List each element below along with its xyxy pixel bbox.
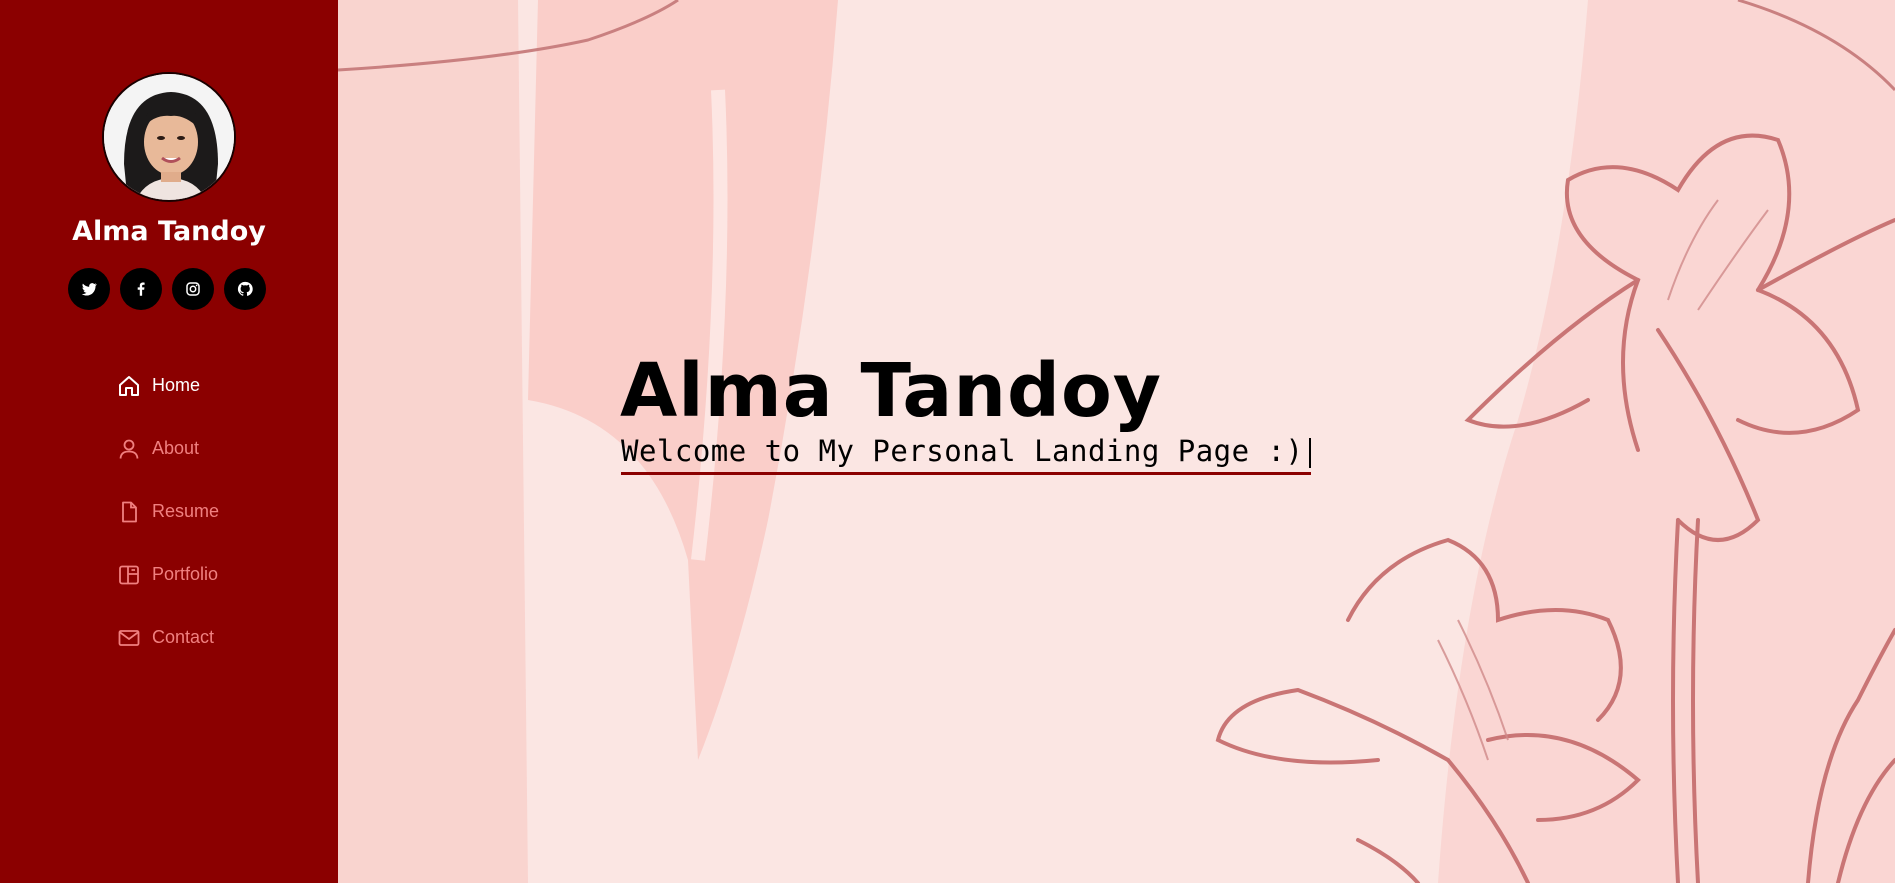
facebook-icon — [137, 282, 145, 296]
instagram-icon — [186, 282, 200, 296]
nav-item-resume[interactable]: Resume — [116, 480, 219, 543]
instagram-link[interactable] — [172, 268, 214, 310]
twitter-icon — [81, 283, 98, 296]
nav-item-portfolio[interactable]: Portfolio — [116, 543, 219, 606]
facebook-link[interactable] — [120, 268, 162, 310]
envelope-icon — [116, 625, 142, 651]
nav-label-contact: Contact — [152, 627, 215, 647]
sidebar-name: Alma Tandoy — [72, 216, 266, 247]
nav-label-about: About — [152, 438, 200, 458]
nav-item-about[interactable]: About — [116, 417, 219, 480]
github-icon — [237, 281, 253, 296]
file-icon — [116, 499, 142, 525]
nav-item-home[interactable]: Home — [116, 354, 219, 417]
hero-section: Alma Tandoy Welcome to My Personal Landi… — [338, 0, 1895, 883]
typing-cursor — [1309, 438, 1312, 468]
hero-title: Alma Tandoy — [620, 348, 1163, 434]
main-nav: Home About Resume Portfolio Contact — [116, 354, 219, 669]
home-icon — [116, 373, 142, 399]
user-icon — [116, 436, 142, 462]
nav-label-home: Home — [152, 375, 201, 395]
github-link[interactable] — [224, 268, 266, 310]
nav-label-portfolio: Portfolio — [152, 564, 219, 584]
hero-subtitle: Welcome to My Personal Landing Page :) — [621, 434, 1312, 475]
twitter-link[interactable] — [68, 268, 110, 310]
nav-item-contact[interactable]: Contact — [116, 606, 219, 669]
avatar — [102, 72, 236, 202]
hero-subtitle-text: Welcome to My Personal Landing Page :) — [621, 434, 1304, 468]
portfolio-icon — [116, 562, 142, 588]
nav-label-resume: Resume — [152, 501, 220, 521]
social-links — [68, 268, 266, 310]
sidebar: Alma Tandoy Home About Resume Portfolio … — [0, 0, 338, 883]
